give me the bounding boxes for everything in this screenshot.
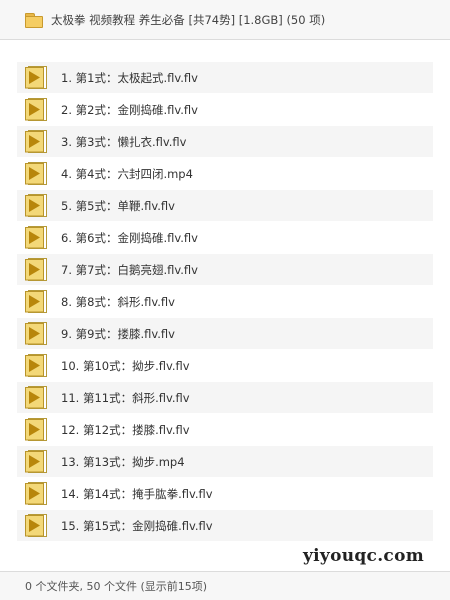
file-name: 11. 第11式：斜形.flv.flv [61, 390, 190, 405]
video-file-icon [25, 354, 47, 377]
file-row[interactable]: 1. 第1式：太极起式.flv.flv [17, 62, 433, 93]
file-name: 9. 第9式：搂膝.flv.flv [61, 326, 175, 341]
file-row[interactable]: 2. 第2式：金刚捣碓.flv.flv [17, 94, 433, 125]
file-row[interactable]: 4. 第4式：六封四闭.mp4 [17, 158, 433, 189]
video-file-icon [25, 290, 47, 313]
video-file-icon [25, 162, 47, 185]
video-file-icon [25, 514, 47, 537]
file-name: 3. 第3式：懒扎衣.flv.flv [61, 134, 187, 149]
file-name: 12. 第12式：搂膝.flv.flv [61, 422, 190, 437]
file-row[interactable]: 8. 第8式：斜形.flv.flv [17, 286, 433, 317]
video-file-icon [25, 194, 47, 217]
file-name: 7. 第7式：白鹅亮翅.flv.flv [61, 262, 198, 277]
file-name: 1. 第1式：太极起式.flv.flv [61, 70, 198, 85]
file-name: 8. 第8式：斜形.flv.flv [61, 294, 175, 309]
file-row[interactable]: 7. 第7式：白鹅亮翅.flv.flv [17, 254, 433, 285]
file-name: 6. 第6式：金刚捣碓.flv.flv [61, 230, 198, 245]
video-file-icon [25, 386, 47, 409]
file-name: 15. 第15式：金刚捣碓.flv.flv [61, 518, 213, 533]
file-name: 2. 第2式：金刚捣碓.flv.flv [61, 102, 198, 117]
video-file-icon [25, 418, 47, 441]
folder-icon [25, 13, 43, 28]
video-file-icon [25, 258, 47, 281]
file-row[interactable]: 9. 第9式：搂膝.flv.flv [17, 318, 433, 349]
file-list: 1. 第1式：太极起式.flv.flv 2. 第2式：金刚捣碓.flv.flv 3.… [17, 62, 433, 542]
file-row[interactable]: 12. 第12式：搂膝.flv.flv [17, 414, 433, 445]
video-file-icon [25, 482, 47, 505]
file-list-window: 太极拳 视频教程 养生必备 [共74势] [1.8GB] (50 项) 1. 第… [0, 0, 450, 600]
video-file-icon [25, 98, 47, 121]
video-file-icon [25, 322, 47, 345]
file-row[interactable]: 6. 第6式：金刚捣碓.flv.flv [17, 222, 433, 253]
status-bar: 0 个文件夹, 50 个文件 (显示前15项) [0, 571, 450, 600]
file-row[interactable]: 14. 第14式：掩手肱拳.flv.flv [17, 478, 433, 509]
watermark-text: yiyouqc.com [302, 546, 424, 566]
status-text: 0 个文件夹, 50 个文件 (显示前15项) [25, 580, 208, 593]
video-file-icon [25, 66, 47, 89]
file-row[interactable]: 3. 第3式：懒扎衣.flv.flv [17, 126, 433, 157]
folder-header: 太极拳 视频教程 养生必备 [共74势] [1.8GB] (50 项) [0, 0, 450, 40]
video-file-icon [25, 450, 47, 473]
folder-title: 太极拳 视频教程 养生必备 [共74势] [1.8GB] (50 项) [51, 12, 326, 27]
file-row[interactable]: 10. 第10式：拗步.flv.flv [17, 350, 433, 381]
video-file-icon [25, 130, 47, 153]
file-name: 5. 第5式：单鞭.flv.flv [61, 198, 175, 213]
file-name: 14. 第14式：掩手肱拳.flv.flv [61, 486, 213, 501]
file-row[interactable]: 13. 第13式：拗步.mp4 [17, 446, 433, 477]
file-row[interactable]: 15. 第15式：金刚捣碓.flv.flv [17, 510, 433, 541]
file-row[interactable]: 5. 第5式：单鞭.flv.flv [17, 190, 433, 221]
file-name: 10. 第10式：拗步.flv.flv [61, 358, 190, 373]
file-name: 13. 第13式：拗步.mp4 [61, 454, 185, 469]
file-name: 4. 第4式：六封四闭.mp4 [61, 166, 193, 181]
file-row[interactable]: 11. 第11式：斜形.flv.flv [17, 382, 433, 413]
video-file-icon [25, 226, 47, 249]
